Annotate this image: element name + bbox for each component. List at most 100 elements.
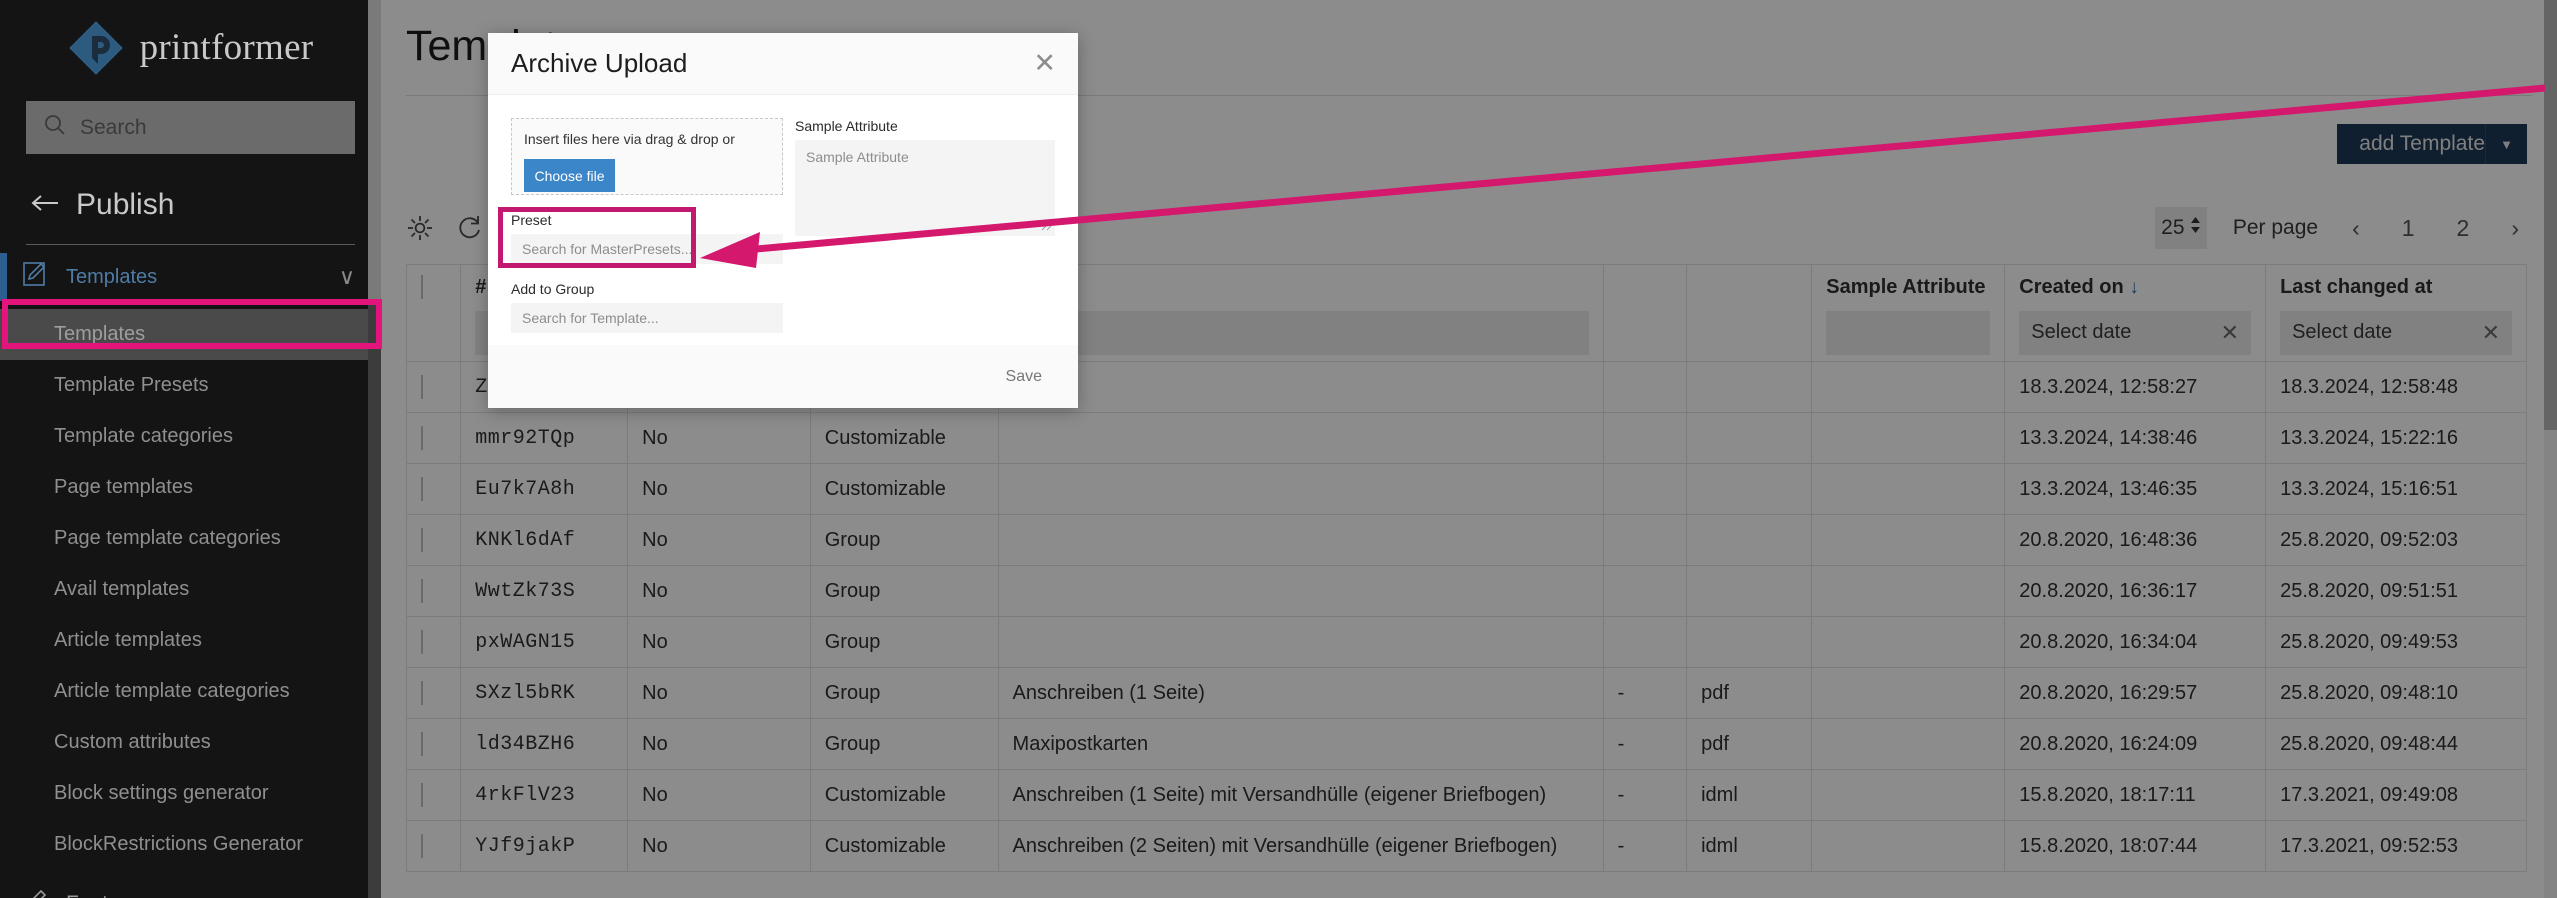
sidebar-search[interactable]: Search bbox=[26, 101, 355, 154]
sidebar-section-fonts[interactable]: Fonts‹ bbox=[0, 870, 381, 898]
row-checkbox-cell[interactable] bbox=[407, 464, 461, 515]
table-row[interactable]: mmr92TQpNoCustomizable13.3.2024, 14:38:4… bbox=[407, 413, 2527, 464]
cell-dash bbox=[1603, 464, 1686, 515]
sidebar-item-page-templates[interactable]: Page templates bbox=[0, 462, 381, 513]
table-row[interactable]: pxWAGN15NoGroup20.8.2020, 16:34:0425.8.2… bbox=[407, 617, 2527, 668]
filter-created-datepicker[interactable]: Select date ✕ bbox=[2019, 311, 2251, 355]
clear-icon[interactable]: ✕ bbox=[2482, 320, 2500, 346]
row-checkbox[interactable] bbox=[421, 681, 423, 705]
back-to-publish[interactable]: Publish bbox=[0, 154, 381, 244]
cell-changed: 25.8.2020, 09:52:03 bbox=[2266, 515, 2527, 566]
sidebar-scrollbar[interactable] bbox=[368, 0, 381, 898]
row-checkbox[interactable] bbox=[421, 630, 423, 654]
file-dropzone[interactable]: Insert files here via drag & drop or Cho… bbox=[511, 118, 783, 195]
row-checkbox-cell[interactable] bbox=[407, 362, 461, 413]
filter-name-input[interactable] bbox=[1013, 311, 1589, 355]
cell-created-text: 13.3.2024, 14:38:46 bbox=[2019, 427, 2197, 449]
row-checkbox[interactable] bbox=[421, 732, 423, 756]
page-scrollbar[interactable] bbox=[2544, 0, 2557, 898]
chevron-left-icon[interactable]: ‹ bbox=[348, 891, 355, 898]
sidebar-item-article-templates[interactable]: Article templates bbox=[0, 615, 381, 666]
row-checkbox-cell[interactable] bbox=[407, 770, 461, 821]
per-page-stepper[interactable]: 25 bbox=[2155, 207, 2207, 249]
cell-format-text: pdf bbox=[1701, 733, 1729, 755]
clear-icon[interactable]: ✕ bbox=[2221, 320, 2239, 346]
sidebar-item-templates[interactable]: Templates bbox=[0, 309, 381, 360]
sidebar-item-blockrestrictions-generator[interactable]: BlockRestrictions Generator bbox=[0, 819, 381, 870]
row-checkbox[interactable] bbox=[421, 834, 423, 858]
filter-cell-name[interactable] bbox=[998, 305, 1603, 362]
screen-root: printformer Search Publish bbox=[0, 0, 2557, 898]
table-row[interactable]: SXzl5bRKNoGroupAnschreiben (1 Seite)-pdf… bbox=[407, 668, 2527, 719]
add-to-group-search-input[interactable]: Search for Template... bbox=[511, 303, 783, 333]
th-name[interactable]: Name bbox=[998, 265, 1603, 305]
table-row[interactable]: 4rkFlV23NoCustomizableAnschreiben (1 Sei… bbox=[407, 770, 2527, 821]
filter-sample-input[interactable] bbox=[1826, 311, 1990, 355]
pagination-page-1[interactable]: 1 bbox=[2394, 215, 2423, 242]
cell-changed-text: 25.8.2020, 09:48:10 bbox=[2280, 682, 2458, 704]
sidebar-item-avail-templates[interactable]: Avail templates bbox=[0, 564, 381, 615]
sidebar-item-template-categories[interactable]: Template categories bbox=[0, 411, 381, 462]
row-checkbox-cell[interactable] bbox=[407, 617, 461, 668]
row-checkbox-cell[interactable] bbox=[407, 413, 461, 464]
cell-created-text: 20.8.2020, 16:24:09 bbox=[2019, 733, 2197, 755]
filter-cell-changed[interactable]: Select date ✕ bbox=[2266, 305, 2527, 362]
cell-changed-text: 13.3.2024, 15:22:16 bbox=[2280, 427, 2458, 449]
filter-cell-created[interactable]: Select date ✕ bbox=[2005, 305, 2266, 362]
sort-descending-icon[interactable]: ↓ bbox=[2129, 277, 2139, 298]
table-row[interactable]: YJf9jakPNoCustomizableAnschreiben (2 Sei… bbox=[407, 821, 2527, 872]
save-button[interactable]: Save bbox=[1006, 368, 1042, 386]
filter-cell-sample[interactable] bbox=[1812, 305, 2005, 362]
sidebar-scrollbar-thumb[interactable] bbox=[368, 0, 381, 300]
pagination-prev[interactable]: ‹ bbox=[2344, 215, 2368, 242]
sidebar-section-list: Fonts‹Colors‹Variants‹ bbox=[0, 870, 381, 898]
refresh-icon[interactable] bbox=[456, 214, 484, 242]
row-checkbox-cell[interactable] bbox=[407, 566, 461, 617]
table-row[interactable]: WwtZk73SNoGroup20.8.2020, 16:36:1725.8.2… bbox=[407, 566, 2527, 617]
chevron-down-icon[interactable]: ▼ bbox=[2485, 124, 2527, 164]
table-row[interactable]: KNKl6dAfNoGroup20.8.2020, 16:48:3625.8.2… bbox=[407, 515, 2527, 566]
resize-grip-icon[interactable] bbox=[1039, 218, 1052, 234]
sample-attribute-textarea[interactable]: Sample Attribute bbox=[795, 140, 1055, 236]
row-checkbox[interactable] bbox=[421, 375, 423, 399]
select-all-checkbox[interactable] bbox=[421, 275, 423, 299]
sidebar-item-custom-attributes[interactable]: Custom attributes bbox=[0, 717, 381, 768]
preset-search-input[interactable]: Search for MasterPresets... bbox=[511, 234, 783, 264]
th-created-on[interactable]: Created on ↓ bbox=[2005, 265, 2266, 305]
row-checkbox-cell[interactable] bbox=[407, 515, 461, 566]
sidebar-item-page-template-categories[interactable]: Page template categories bbox=[0, 513, 381, 564]
cell-created: 20.8.2020, 16:36:17 bbox=[2005, 566, 2266, 617]
stepper-arrows-icon[interactable] bbox=[2190, 215, 2201, 241]
brand-logo[interactable]: printformer bbox=[0, 0, 381, 95]
choose-file-button[interactable]: Choose file bbox=[524, 159, 615, 192]
row-checkbox-cell[interactable] bbox=[407, 668, 461, 719]
row-checkbox[interactable] bbox=[421, 579, 423, 603]
pagination-page-2[interactable]: 2 bbox=[2449, 215, 2478, 242]
th-sample-attribute[interactable]: Sample Attribute bbox=[1812, 265, 2005, 305]
page-scrollbar-thumb[interactable] bbox=[2544, 0, 2557, 430]
th-select-all[interactable] bbox=[407, 265, 461, 305]
gear-icon[interactable] bbox=[406, 214, 434, 242]
row-checkbox[interactable] bbox=[421, 426, 423, 450]
row-checkbox[interactable] bbox=[421, 783, 423, 807]
cell-ttype: Customizable bbox=[810, 464, 998, 515]
add-template-button[interactable]: add Template ▼ bbox=[2337, 124, 2527, 164]
close-icon[interactable]: ✕ bbox=[1033, 50, 1056, 77]
chevron-down-icon[interactable]: ∨ bbox=[339, 264, 355, 290]
row-checkbox[interactable] bbox=[421, 528, 423, 552]
sidebar-item-template-presets[interactable]: Template Presets bbox=[0, 360, 381, 411]
row-checkbox-cell[interactable] bbox=[407, 821, 461, 872]
table-row[interactable]: Eu7k7A8hNoCustomizable13.3.2024, 13:46:3… bbox=[407, 464, 2527, 515]
sidebar-group-templates[interactable]: Templates ∨ bbox=[0, 245, 381, 309]
cell-changed: 13.3.2024, 15:22:16 bbox=[2266, 413, 2527, 464]
pagination-next[interactable]: › bbox=[2503, 215, 2527, 242]
th-last-changed-at[interactable]: Last changed at bbox=[2266, 265, 2527, 305]
cell-created-text: 20.8.2020, 16:34:04 bbox=[2019, 631, 2197, 653]
table-row[interactable]: ld34BZH6NoGroupMaxipostkarten-pdf20.8.20… bbox=[407, 719, 2527, 770]
row-checkbox-cell[interactable] bbox=[407, 719, 461, 770]
row-checkbox[interactable] bbox=[421, 477, 423, 501]
search-input[interactable]: Search bbox=[80, 116, 147, 140]
filter-changed-datepicker[interactable]: Select date ✕ bbox=[2280, 311, 2512, 355]
sidebar-item-block-settings-generator[interactable]: Block settings generator bbox=[0, 768, 381, 819]
sidebar-item-article-template-categories[interactable]: Article template categories bbox=[0, 666, 381, 717]
